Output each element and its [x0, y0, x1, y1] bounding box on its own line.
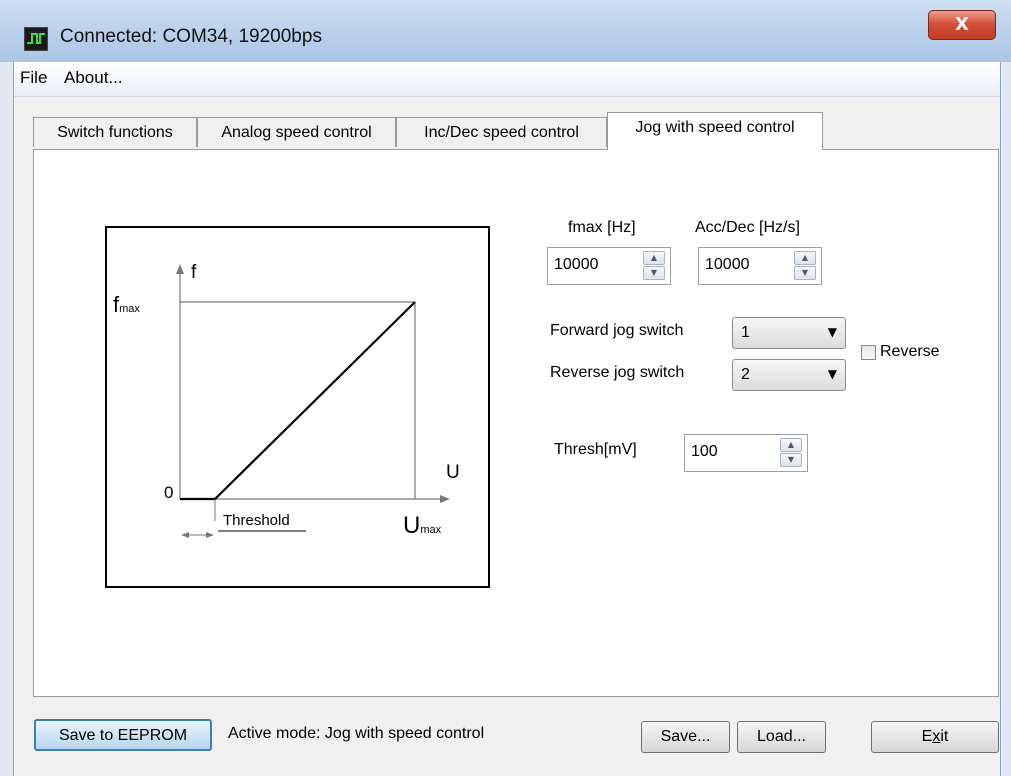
reverse-jog-value: 2 [741, 366, 750, 383]
fmax-label: fmax [113, 292, 140, 317]
tab-jog-with-speed-control[interactable]: Jog with speed control [607, 112, 823, 150]
active-mode-text: Active mode: Jog with speed control [228, 725, 485, 742]
app-window: Connected: COM34, 19200bps X File About.… [0, 0, 1011, 776]
spin-down-icon[interactable]: ▼ [780, 453, 802, 467]
forward-jog-value: 1 [741, 324, 750, 341]
menu-bar: File About... [14, 62, 1000, 97]
tab-inc-dec-speed-control[interactable]: Inc/Dec speed control [396, 117, 607, 147]
reverse-checkbox-label: Reverse [880, 343, 940, 360]
spin-up-icon[interactable]: ▲ [780, 438, 802, 452]
spin-up-icon[interactable]: ▲ [794, 251, 816, 265]
chevron-down-icon: ▼ [827, 325, 837, 339]
window-title: Connected: COM34, 19200bps [60, 26, 322, 47]
origin-label: 0 [164, 483, 174, 502]
reverse-jog-select[interactable]: 2 ▼ [732, 359, 846, 391]
exit-label-end: it [940, 728, 949, 745]
accdec-field-label: Acc/Dec [Hz/s] [695, 219, 800, 236]
reverse-checkbox[interactable] [861, 345, 876, 360]
forward-jog-select[interactable]: 1 ▼ [732, 317, 846, 349]
fmax-stepper[interactable]: 10000 ▲ ▼ [547, 247, 671, 285]
thresh-stepper[interactable]: 100 ▲ ▼ [684, 434, 808, 472]
umax-label: Umax [403, 512, 442, 539]
menu-file[interactable]: File [20, 68, 47, 88]
fmax-value: 10000 [554, 256, 599, 273]
load-button[interactable]: Load... [737, 721, 826, 753]
reverse-jog-label: Reverse jog switch [550, 364, 685, 381]
title-bar: Connected: COM34, 19200bps X [0, 0, 1011, 62]
tab-panel: f fmax U Umax 0 Threshold fmax [Hz] 1000… [33, 149, 999, 697]
tab-analog-speed-control[interactable]: Analog speed control [197, 117, 396, 147]
save-button[interactable]: Save... [641, 721, 730, 753]
forward-jog-label: Forward jog switch [550, 322, 684, 339]
spin-up-icon[interactable]: ▲ [643, 251, 665, 265]
exit-button[interactable]: Exit [871, 721, 999, 753]
threshold-label: Threshold [223, 512, 290, 529]
f-axis-label: f [191, 262, 197, 283]
close-icon: X [955, 14, 969, 35]
thresh-value: 100 [691, 443, 718, 460]
exit-label-start: E [921, 728, 933, 745]
jog-diagram: f fmax U Umax 0 Threshold [105, 226, 490, 588]
close-button[interactable]: X [928, 10, 996, 40]
accdec-value: 10000 [705, 256, 750, 273]
u-axis-label: U [446, 462, 460, 483]
fmax-field-label: fmax [Hz] [568, 219, 636, 236]
thresh-label: Thresh[mV] [554, 441, 637, 458]
save-to-eeprom-button[interactable]: Save to EEPROM [34, 719, 212, 751]
spin-down-icon[interactable]: ▼ [643, 266, 665, 280]
menu-about[interactable]: About... [64, 68, 123, 88]
spin-down-icon[interactable]: ▼ [794, 266, 816, 280]
oscilloscope-icon [24, 27, 48, 51]
accdec-stepper[interactable]: 10000 ▲ ▼ [698, 247, 822, 285]
tab-switch-functions[interactable]: Switch functions [33, 117, 197, 147]
chevron-down-icon: ▼ [827, 367, 837, 381]
